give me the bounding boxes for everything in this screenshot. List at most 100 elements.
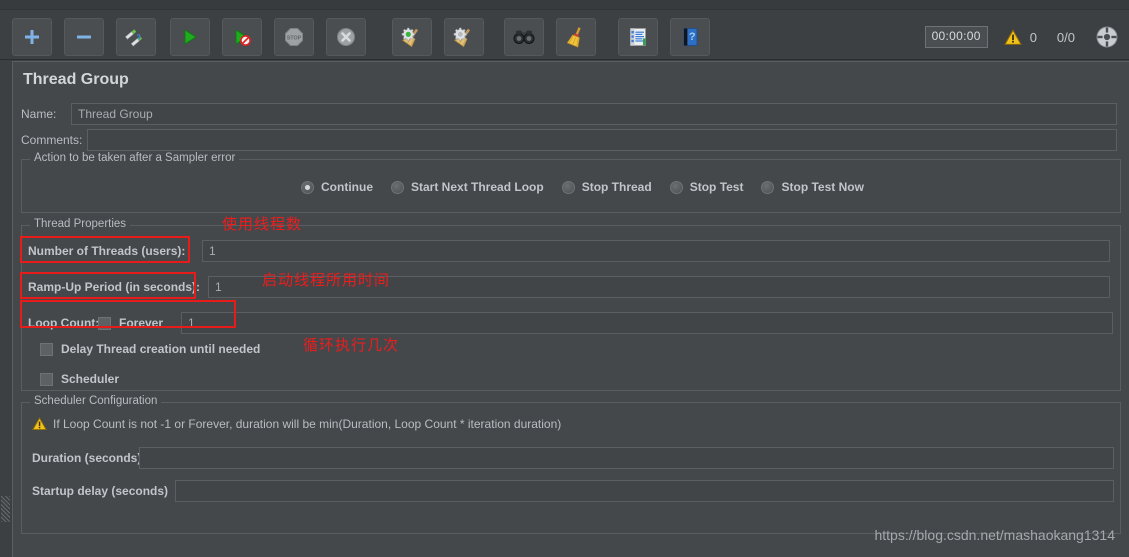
help-book-icon: ?	[683, 28, 698, 46]
threads-running-count: 0/0	[1056, 29, 1075, 45]
delay-thread-creation-checkbox[interactable]	[40, 342, 53, 356]
radio-label: Start Next Thread Loop	[411, 180, 544, 194]
loop-count-input[interactable]: 1	[181, 312, 1113, 334]
search-button[interactable]	[504, 18, 544, 56]
start-no-pauses-button[interactable]	[222, 18, 262, 56]
watermark: https://blog.csdn.net/mashaokang1314	[874, 527, 1115, 543]
forever-label: Forever	[119, 316, 164, 330]
scheduler-warning-text: If Loop Count is not -1 or Forever, dura…	[53, 417, 562, 431]
thread-properties-group: Thread Properties Number of Threads (use…	[21, 218, 1121, 391]
scheduler-configuration-group-title: Scheduler Configuration	[30, 395, 162, 407]
page-title: Thread Group	[23, 71, 129, 88]
plus-icon	[25, 30, 39, 44]
radio-stop-test-now[interactable]: Stop Test Now	[761, 180, 864, 194]
sampler-error-group: Action to be taken after a Sampler error…	[21, 152, 1121, 213]
annotation-note-loop: 循环执行几次	[303, 336, 400, 354]
forever-checkbox[interactable]	[98, 316, 111, 330]
radio-dot-icon	[301, 180, 314, 194]
name-row: Name: Thread Group	[21, 103, 1121, 125]
scheduler-label: Scheduler	[61, 372, 120, 386]
startup-delay-row: Startup delay (seconds)	[32, 480, 1114, 502]
name-input[interactable]: Thread Group	[71, 103, 1117, 125]
thread-group-panel: Thread Group Name: Thread Group Comments…	[12, 61, 1129, 557]
delay-thread-creation-label: Delay Thread creation until needed	[61, 342, 261, 356]
reset-search-button[interactable]	[556, 18, 596, 56]
radio-label: Stop Thread	[581, 180, 652, 194]
toolbar-button-group-help: ?	[618, 18, 722, 56]
sampler-error-group-title: Action to be taken after a Sampler error	[30, 152, 240, 164]
sampler-error-radio-group: Continue Start Next Thread Loop Stop Thr…	[301, 180, 864, 194]
add-button[interactable]	[12, 18, 52, 56]
help-button[interactable]: ?	[670, 18, 710, 56]
startup-delay-label: Startup delay (seconds)	[32, 484, 169, 498]
scheduler-checkbox[interactable]	[40, 372, 53, 386]
toolbar-top-divider	[0, 0, 1129, 10]
radio-label: Stop Test	[689, 180, 744, 194]
scheduler-row[interactable]: Scheduler	[40, 372, 119, 386]
toolbar: STOP ? 00:00:00 0 0/0	[0, 0, 1129, 60]
startup-delay-input[interactable]	[175, 480, 1114, 502]
delay-thread-creation-row[interactable]: Delay Thread creation until needed	[40, 342, 260, 356]
scheduler-configuration-group: Scheduler Configuration If Loop Count is…	[21, 395, 1121, 534]
toolbar-status-area: 00:00:00 0 0/0	[924, 18, 1119, 56]
scheduler-warning-line: If Loop Count is not -1 or Forever, dura…	[32, 417, 561, 431]
minus-icon	[77, 35, 91, 39]
clear-broom-green-icon	[401, 27, 419, 48]
left-rail	[0, 61, 12, 557]
clear-broom-icon	[453, 27, 471, 48]
shutdown-button[interactable]	[326, 18, 366, 56]
comments-input[interactable]	[87, 129, 1117, 151]
radio-dot-icon	[391, 180, 404, 194]
radio-dot-icon	[669, 180, 683, 194]
toolbar-button-group-run: STOP	[170, 18, 378, 56]
number-of-threads-label: Number of Threads (users):	[28, 244, 186, 258]
radio-stop-test[interactable]: Stop Test	[669, 180, 744, 194]
radio-continue[interactable]: Continue	[301, 180, 373, 194]
duration-input[interactable]	[139, 447, 1114, 469]
clear-button[interactable]	[392, 18, 432, 56]
comments-label: Comments:	[21, 133, 83, 147]
svg-text:STOP: STOP	[287, 35, 302, 41]
remote-engines-icon[interactable]	[1095, 25, 1119, 49]
toolbar-button-group-edit	[12, 18, 168, 56]
clear-all-button[interactable]	[444, 18, 484, 56]
radio-dot-icon	[761, 180, 775, 194]
number-of-threads-input[interactable]: 1	[202, 240, 1110, 262]
annotation-note-rampup: 启动线程所用时间	[262, 271, 391, 289]
toolbar-button-group-clear	[392, 18, 496, 56]
binoculars-icon	[513, 30, 535, 44]
shutdown-icon	[337, 28, 355, 46]
number-of-threads-row: Number of Threads (users): 1	[28, 240, 1114, 262]
toggle-button[interactable]	[116, 18, 156, 56]
ramp-up-row: Ramp-Up Period (in seconds): 1	[28, 276, 1114, 298]
play-icon	[184, 29, 197, 45]
function-helper-button[interactable]	[618, 18, 658, 56]
splitter-grip[interactable]	[1, 496, 10, 522]
name-label: Name:	[21, 107, 57, 121]
remove-button[interactable]	[64, 18, 104, 56]
warning-triangle-icon[interactable]	[1003, 28, 1022, 46]
start-button[interactable]	[170, 18, 210, 56]
loop-count-label: Loop Count:	[28, 316, 100, 330]
radio-dot-icon	[561, 180, 575, 194]
radio-label: Stop Test Now	[781, 180, 864, 194]
duration-label: Duration (seconds)	[32, 451, 142, 465]
stop-button[interactable]: STOP	[274, 18, 314, 56]
warning-triangle-icon	[32, 417, 47, 431]
notepad-icon	[630, 28, 646, 46]
toolbar-button-group-search	[504, 18, 608, 56]
annotation-note-threads: 使用线程数	[222, 215, 303, 233]
comments-row: Comments:	[21, 129, 1121, 151]
broom-icon	[566, 27, 581, 48]
radio-label: Continue	[321, 180, 373, 194]
svg-text:?: ?	[689, 31, 696, 43]
radio-start-next-thread-loop[interactable]: Start Next Thread Loop	[391, 180, 544, 194]
duration-row: Duration (seconds)	[32, 447, 1114, 469]
ramp-up-label: Ramp-Up Period (in seconds):	[28, 280, 201, 294]
toggle-pencil-icon	[125, 29, 143, 47]
elapsed-timer: 00:00:00	[924, 26, 988, 48]
stop-icon: STOP	[285, 28, 303, 46]
radio-stop-thread[interactable]: Stop Thread	[561, 180, 652, 194]
play-no-pauses-icon	[235, 29, 251, 46]
loop-count-row: Loop Count: Forever 1	[28, 312, 1114, 334]
